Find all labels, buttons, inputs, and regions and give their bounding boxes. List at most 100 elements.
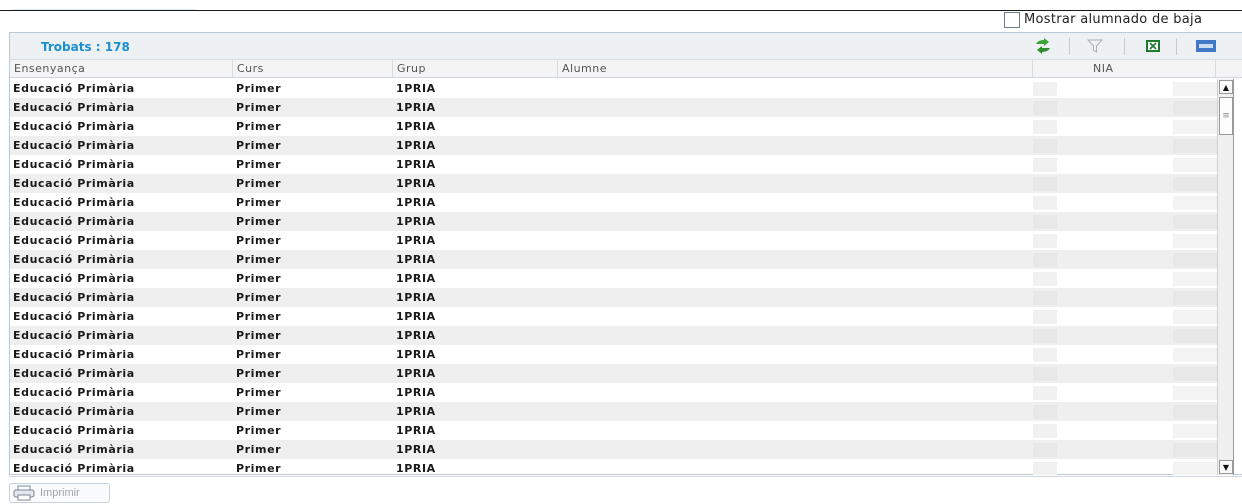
- print-label: Imprimir: [40, 487, 80, 499]
- table-row[interactable]: Educació Primària Primer 1PRIA: [10, 383, 1217, 402]
- table-row[interactable]: Educació Primària Primer 1PRIA: [10, 440, 1217, 459]
- redacted-cell: [1033, 82, 1057, 96]
- grid-rows: Educació Primària Primer 1PRIA Educació Pri…: [10, 79, 1217, 475]
- table-row[interactable]: Educació Primària Primer 1PRIA: [10, 98, 1217, 117]
- redacted-cell: [1033, 101, 1057, 115]
- redacted-cell: [1033, 462, 1057, 475]
- cell-grup: 1PRIA: [396, 348, 436, 361]
- table-row[interactable]: Educació Primària Primer 1PRIA: [10, 231, 1217, 250]
- redacted-cell: [1173, 348, 1217, 362]
- redacted-cell: [1033, 443, 1057, 457]
- table-row[interactable]: Educació Primària Primer 1PRIA: [10, 364, 1217, 383]
- redacted-cell: [1173, 443, 1217, 457]
- filter-button[interactable]: [1084, 37, 1106, 55]
- cell-curs: Primer: [236, 177, 282, 190]
- table-row[interactable]: Educació Primària Primer 1PRIA: [10, 288, 1217, 307]
- filter-icon: [1087, 39, 1103, 53]
- cell-grup: 1PRIA: [396, 329, 436, 342]
- table-row[interactable]: Educació Primària Primer 1PRIA: [10, 193, 1217, 212]
- cell-grup: 1PRIA: [396, 158, 436, 171]
- grid-header: Ensenyança Curs Grup Alumne NIA: [10, 60, 1242, 78]
- table-row[interactable]: Educació Primària Primer 1PRIA: [10, 269, 1217, 288]
- printer-icon: [13, 485, 35, 501]
- cell-ensenyanca: Educació Primària: [13, 101, 135, 114]
- scroll-down-button[interactable]: ▼: [1219, 460, 1233, 474]
- table-row[interactable]: Educació Primària Primer 1PRIA: [10, 136, 1217, 155]
- redacted-cell: [1173, 424, 1217, 438]
- cell-curs: Primer: [236, 291, 282, 304]
- redacted-cell: [1033, 405, 1057, 419]
- cell-curs: Primer: [236, 405, 282, 418]
- cell-curs: Primer: [236, 120, 282, 133]
- show-withdrawn-checkbox[interactable]: [1004, 12, 1020, 28]
- table-row[interactable]: Educació Primària Primer 1PRIA: [10, 421, 1217, 440]
- column-header-grup[interactable]: Grup: [393, 60, 558, 78]
- redacted-cell: [1033, 424, 1057, 438]
- cell-curs: Primer: [236, 348, 282, 361]
- cell-grup: 1PRIA: [396, 253, 436, 266]
- cell-grup: 1PRIA: [396, 310, 436, 323]
- table-row[interactable]: Educació Primària Primer 1PRIA: [10, 307, 1217, 326]
- cell-curs: Primer: [236, 139, 282, 152]
- redacted-cell: [1173, 291, 1217, 305]
- bottom-divider: [9, 476, 1242, 477]
- cell-curs: Primer: [236, 215, 282, 228]
- cell-ensenyanca: Educació Primària: [13, 462, 135, 475]
- cell-grup: 1PRIA: [396, 139, 436, 152]
- cell-grup: 1PRIA: [396, 234, 436, 247]
- refresh-button[interactable]: [1032, 37, 1054, 55]
- toolbar-separator: [1124, 38, 1125, 55]
- redacted-cell: [1033, 215, 1057, 229]
- redacted-cell: [1173, 310, 1217, 324]
- table-row[interactable]: Educació Primària Primer 1PRIA: [10, 212, 1217, 231]
- column-header-ensenyanca[interactable]: Ensenyança: [10, 60, 233, 78]
- table-row[interactable]: Educació Primària Primer 1PRIA: [10, 345, 1217, 364]
- cell-ensenyanca: Educació Primària: [13, 348, 135, 361]
- cell-ensenyanca: Educació Primària: [13, 272, 135, 285]
- redacted-cell: [1173, 367, 1217, 381]
- cell-ensenyanca: Educació Primària: [13, 291, 135, 304]
- scroll-up-button[interactable]: ▲: [1219, 80, 1233, 94]
- html-export-button[interactable]: [1195, 37, 1217, 55]
- column-header-alumne[interactable]: Alumne: [558, 60, 1033, 78]
- cell-ensenyanca: Educació Primària: [13, 215, 135, 228]
- redacted-cell: [1033, 386, 1057, 400]
- redacted-cell: [1173, 462, 1217, 475]
- table-row[interactable]: Educació Primària Primer 1PRIA: [10, 326, 1217, 345]
- redacted-cell: [1173, 329, 1217, 343]
- redacted-cell: [1033, 196, 1057, 210]
- column-header-nia[interactable]: NIA: [1033, 60, 1216, 78]
- cell-grup: 1PRIA: [396, 462, 436, 475]
- cell-curs: Primer: [236, 310, 282, 323]
- table-row[interactable]: Educació Primària Primer 1PRIA: [10, 79, 1217, 98]
- redacted-cell: [1033, 177, 1057, 191]
- redacted-cell: [1033, 329, 1057, 343]
- cell-ensenyanca: Educació Primària: [13, 367, 135, 380]
- table-row[interactable]: Educació Primària Primer 1PRIA: [10, 402, 1217, 421]
- redacted-cell: [1033, 348, 1057, 362]
- cell-grup: 1PRIA: [396, 196, 436, 209]
- excel-export-button[interactable]: [1142, 37, 1164, 55]
- cell-grup: 1PRIA: [396, 424, 436, 437]
- cell-grup: 1PRIA: [396, 386, 436, 399]
- cell-curs: Primer: [236, 234, 282, 247]
- cell-ensenyanca: Educació Primària: [13, 329, 135, 342]
- print-button[interactable]: Imprimir: [9, 483, 110, 503]
- scroll-thumb[interactable]: ≡: [1219, 97, 1233, 135]
- show-withdrawn-label[interactable]: Mostrar alumnado de baja: [1024, 10, 1202, 30]
- table-row[interactable]: Educació Primària Primer 1PRIA: [10, 174, 1217, 193]
- table-row[interactable]: Educació Primària Primer 1PRIA: [10, 459, 1217, 475]
- vertical-scrollbar[interactable]: ▲ ≡ ▼: [1217, 79, 1234, 475]
- cell-curs: Primer: [236, 386, 282, 399]
- table-row[interactable]: Educació Primària Primer 1PRIA: [10, 250, 1217, 269]
- cell-ensenyanca: Educació Primària: [13, 386, 135, 399]
- column-header-curs[interactable]: Curs: [233, 60, 393, 78]
- cell-grup: 1PRIA: [396, 367, 436, 380]
- cell-ensenyanca: Educació Primària: [13, 405, 135, 418]
- cell-ensenyanca: Educació Primària: [13, 120, 135, 133]
- cell-ensenyanca: Educació Primària: [13, 424, 135, 437]
- cell-grup: 1PRIA: [396, 120, 436, 133]
- table-row[interactable]: Educació Primària Primer 1PRIA: [10, 117, 1217, 136]
- table-row[interactable]: Educació Primària Primer 1PRIA: [10, 155, 1217, 174]
- cell-curs: Primer: [236, 196, 282, 209]
